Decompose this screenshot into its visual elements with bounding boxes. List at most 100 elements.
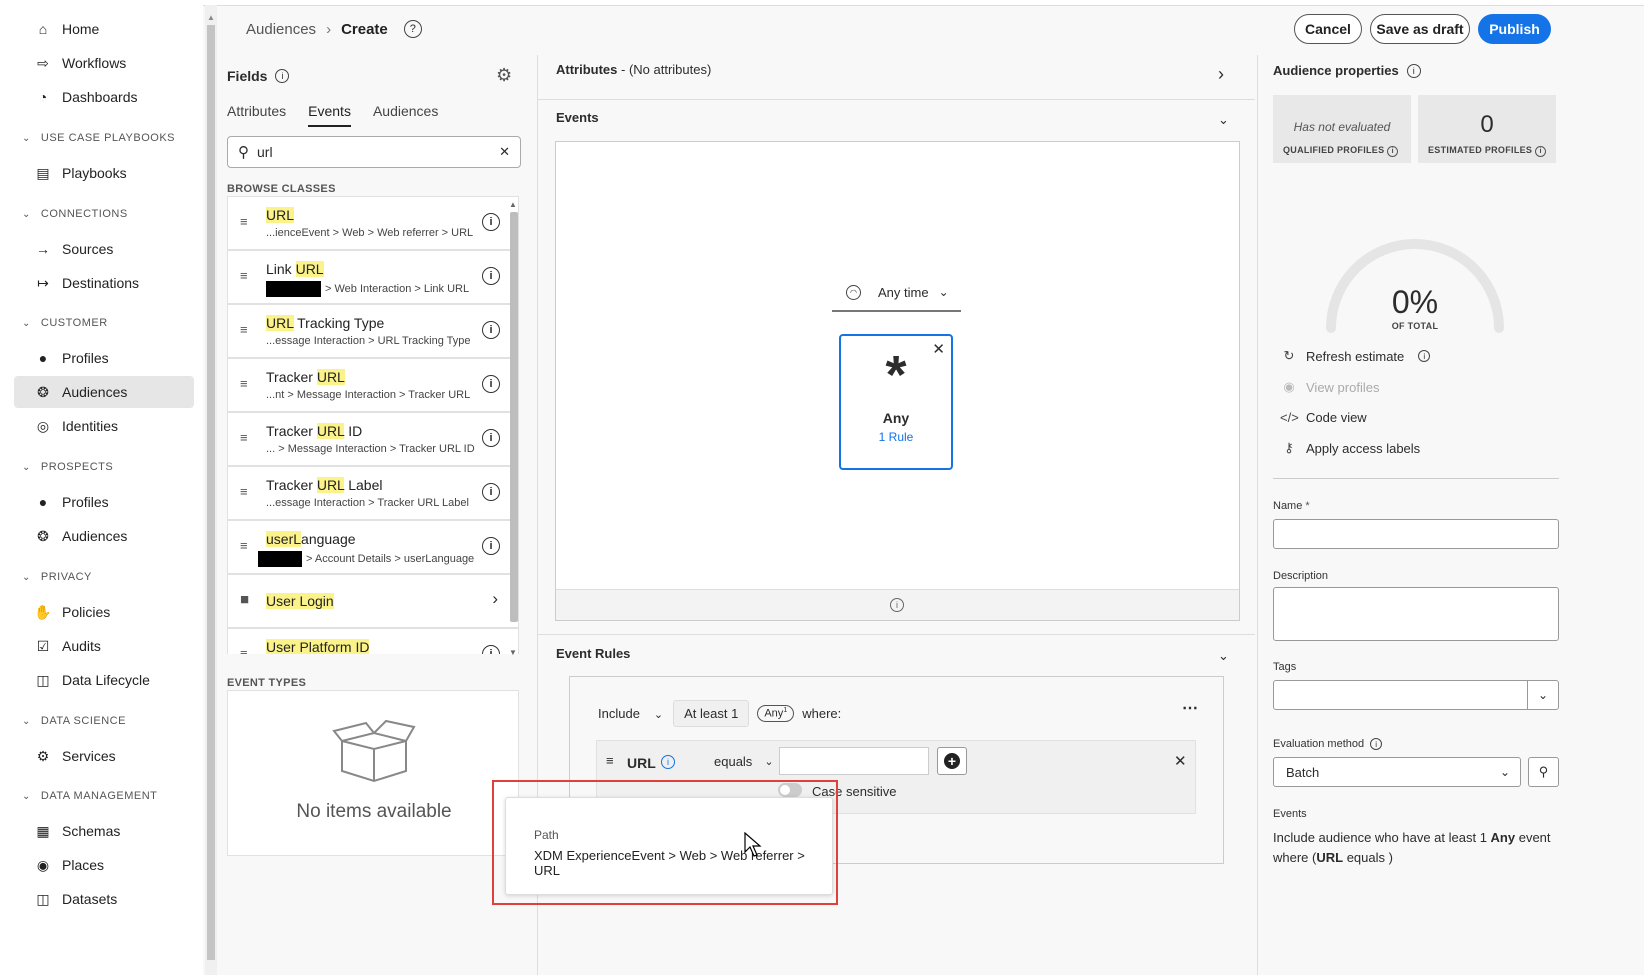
info-icon[interactable]: i <box>482 267 500 285</box>
description-textarea[interactable] <box>1273 587 1559 641</box>
tab-audiences[interactable]: Audiences <box>373 103 438 127</box>
section-use-case-playbooks[interactable]: ⌄ USE CASE PLAYBOOKS <box>22 132 175 144</box>
list-item[interactable]: ≡ Tracker URL ...nt > Message Interactio… <box>227 358 519 412</box>
search-input[interactable]: url <box>257 144 499 160</box>
chevron-down-icon[interactable]: ⌄ <box>1527 681 1558 709</box>
attributes-section-header[interactable]: Attributes - (No attributes) <box>556 62 711 77</box>
any-event-card[interactable]: ✕ * Any 1 Rule <box>839 334 953 470</box>
nav-policies[interactable]: ✋ Policies <box>14 596 194 628</box>
drag-handle-icon[interactable]: ≡ <box>240 430 248 445</box>
scroll-down-icon[interactable]: ▼ <box>509 648 517 657</box>
card-rule-link[interactable]: 1 Rule <box>841 430 951 444</box>
nav-workflows[interactable]: ⇨ Workflows <box>14 47 194 79</box>
drag-handle-icon[interactable]: ≡ <box>240 646 248 654</box>
nav-data-lifecycle[interactable]: ◫ Data Lifecycle <box>14 664 194 696</box>
info-icon[interactable]: i <box>661 755 675 769</box>
nav-home[interactable]: ⌂ Home <box>14 13 194 45</box>
nav-playbooks[interactable]: ▤ Playbooks <box>14 157 194 189</box>
chevron-right-icon[interactable]: › <box>492 589 498 609</box>
section-data-management[interactable]: ⌄ DATA MANAGEMENT <box>22 790 157 802</box>
name-input[interactable] <box>1273 519 1559 549</box>
at-least-field[interactable]: At least 1 <box>673 700 750 727</box>
code-view-action[interactable]: </> Code view <box>1280 410 1367 425</box>
more-icon[interactable]: ⋯ <box>1182 698 1198 718</box>
tab-attributes[interactable]: Attributes <box>227 103 286 127</box>
section-connections[interactable]: ⌄ CONNECTIONS <box>22 208 128 220</box>
nav-sources[interactable]: → Sources <box>14 233 194 265</box>
evaluation-details-button[interactable]: ⚲ <box>1528 757 1559 787</box>
section-prospects[interactable]: ⌄ PROSPECTS <box>22 461 113 473</box>
info-icon[interactable]: i <box>482 321 500 339</box>
nav-datasets[interactable]: ◫ Datasets <box>14 883 194 915</box>
scroll-up-icon[interactable]: ▲ <box>207 13 215 22</box>
nav-services[interactable]: ⚙ Services <box>14 740 194 772</box>
list-item[interactable]: ≡ Tracker URL Label ...essage Interactio… <box>227 466 519 520</box>
info-icon[interactable]: i <box>482 429 500 447</box>
refresh-estimate-action[interactable]: ↻ Refresh estimate i <box>1280 348 1431 364</box>
include-dropdown[interactable]: Include ⌄ <box>598 706 663 721</box>
scroll-up-icon[interactable]: ▲ <box>509 200 517 209</box>
nav-identities[interactable]: ◎ Identities <box>14 410 194 442</box>
drag-handle-icon[interactable]: ≡ <box>240 214 248 229</box>
evaluation-method-select[interactable]: Batch ⌄ <box>1273 757 1521 787</box>
list-item[interactable]: ≡ userLanguage > Account Details > userL… <box>227 520 519 574</box>
view-profiles-action[interactable]: ◉ View profiles <box>1280 379 1379 395</box>
info-icon[interactable]: i <box>890 598 904 612</box>
nav-customer-audiences[interactable]: ❂ Audiences <box>14 376 194 408</box>
publish-button[interactable]: Publish <box>1478 14 1551 44</box>
info-icon[interactable]: i <box>482 483 500 501</box>
scrollbar-thumb[interactable] <box>510 212 518 622</box>
nav-dashboards[interactable]: ◔ Dashboards <box>14 81 194 113</box>
info-icon[interactable]: i <box>1535 146 1547 157</box>
search-field[interactable]: ⚲ url ✕ <box>227 136 521 168</box>
breadcrumb-audiences[interactable]: Audiences <box>246 21 316 38</box>
drag-handle-icon[interactable]: ≡ <box>240 484 248 499</box>
info-icon[interactable]: i <box>1418 350 1431 362</box>
tab-events[interactable]: Events <box>308 103 351 127</box>
nav-audits[interactable]: ☑ Audits <box>14 630 194 662</box>
cancel-button[interactable]: Cancel <box>1294 14 1362 44</box>
drag-handle-icon[interactable]: ≡ <box>606 753 614 768</box>
drag-handle-icon[interactable]: ≡ <box>240 538 248 553</box>
section-customer[interactable]: ⌄ CUSTOMER <box>22 317 108 329</box>
list-scrollbar[interactable]: ▲ ▼ <box>508 200 520 662</box>
list-item[interactable]: ≡ User Platform ID i <box>227 628 519 654</box>
list-item[interactable]: ≡ URL ...ienceEvent > Web > Web referrer… <box>227 196 519 250</box>
info-icon[interactable]: i <box>482 537 500 555</box>
nav-destinations[interactable]: ↦ Destinations <box>14 267 194 299</box>
value-input[interactable] <box>779 747 929 775</box>
info-icon[interactable]: i <box>1406 63 1421 78</box>
nav-customer-profiles[interactable]: ● Profiles <box>14 342 194 374</box>
list-item[interactable]: ≡ URL Tracking Type ...essage Interactio… <box>227 304 519 358</box>
chevron-down-icon[interactable]: ⌄ <box>1218 648 1229 664</box>
tags-input[interactable]: ⌄ <box>1273 680 1559 710</box>
folder-item[interactable]: ■ User Login › <box>227 574 519 628</box>
info-icon[interactable]: i <box>482 645 500 654</box>
nav-scrollbar[interactable]: ▲ <box>205 5 217 975</box>
nav-places[interactable]: ◉ Places <box>14 849 194 881</box>
drag-handle-icon[interactable]: ≡ <box>240 376 248 391</box>
chevron-down-icon[interactable]: ⌄ <box>1218 112 1229 128</box>
time-picker[interactable]: ◠ Any time ⌄ <box>832 274 961 312</box>
info-icon[interactable]: i <box>482 213 500 231</box>
info-icon[interactable]: i <box>482 375 500 393</box>
section-data-science[interactable]: ⌄ DATA SCIENCE <box>22 715 126 727</box>
list-item[interactable]: ≡ Link URL > Web Interaction > Link URL … <box>227 250 519 304</box>
info-icon[interactable]: i <box>275 69 290 83</box>
apply-access-labels-action[interactable]: ⚷ Apply access labels <box>1280 440 1420 456</box>
operator-dropdown[interactable]: equals ⌄ <box>714 754 774 769</box>
any-pill[interactable]: Any1 <box>757 705 795 722</box>
section-privacy[interactable]: ⌄ PRIVACY <box>22 571 92 583</box>
info-icon[interactable]: i <box>1387 146 1399 157</box>
info-icon[interactable]: i <box>1370 738 1383 750</box>
nav-schemas[interactable]: ▦ Schemas <box>14 815 194 847</box>
nav-prospect-audiences[interactable]: ❂ Audiences <box>14 520 194 552</box>
help-icon[interactable]: ? <box>403 20 422 38</box>
clear-icon[interactable]: ✕ <box>499 144 510 160</box>
save-draft-button[interactable]: Save as draft <box>1370 14 1470 44</box>
add-value-button[interactable]: + <box>937 747 967 775</box>
drag-handle-icon[interactable]: ≡ <box>240 322 248 337</box>
gear-icon[interactable]: ⚙ <box>496 65 512 86</box>
drag-handle-icon[interactable]: ≡ <box>240 268 248 283</box>
list-item[interactable]: ≡ Tracker URL ID ... > Message Interacti… <box>227 412 519 466</box>
